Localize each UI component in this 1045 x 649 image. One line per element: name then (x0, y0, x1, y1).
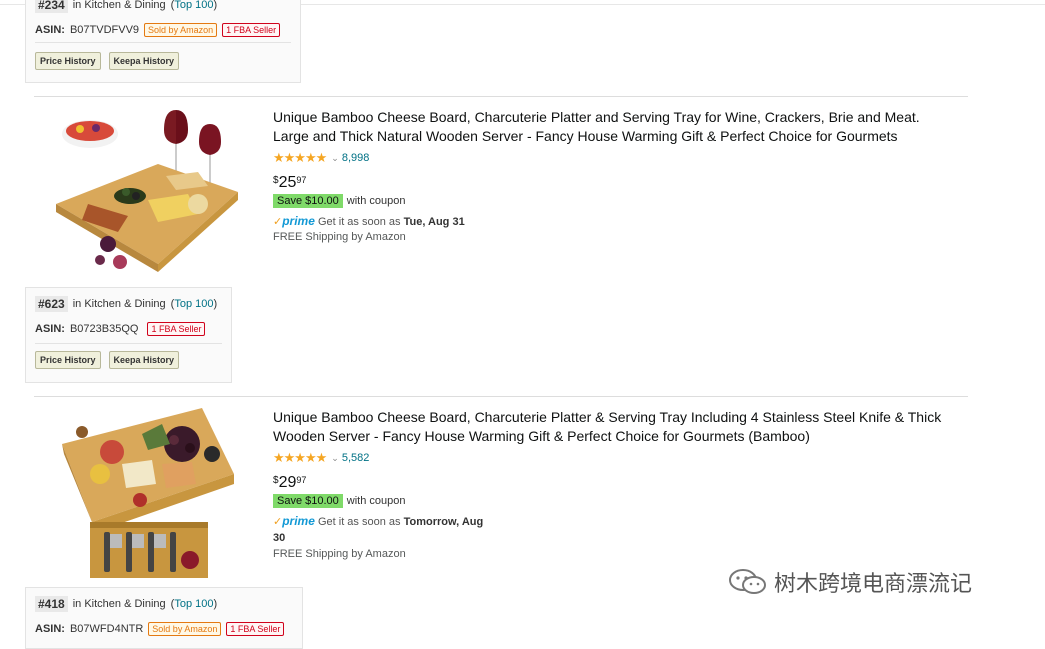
delivery-prefix: Get it as soon as (317, 216, 401, 228)
shipping-text: FREE Shipping by Amazon (273, 548, 406, 560)
top-100-wrap: (Top 100) (170, 298, 218, 310)
cheese-board-knives-image (62, 408, 234, 578)
asin-value: B07WFD4NTR (69, 623, 144, 635)
product-info-box-top: #234 in Kitchen & Dining (Top 100) ASIN:… (25, 0, 301, 83)
wechat-icon (729, 569, 766, 594)
product-title[interactable]: Unique Bamboo Cheese Board, Charcuterie … (273, 108, 973, 146)
asin-label: ASIN: (35, 323, 65, 335)
star-rating-icon: ★★★★★ (273, 150, 327, 165)
fba-seller-badge: 1 FBA Seller (147, 322, 206, 336)
price-fraction: 97 (296, 475, 307, 485)
coupon-text: with coupon (346, 495, 406, 507)
rating-row[interactable]: ★★★★★ ⌄ 5,582 (273, 450, 370, 465)
shipping-text: FREE Shipping by Amazon (273, 231, 406, 243)
prime-delivery: ✓prime Get it as soon as Tomorrow, Aug (273, 513, 483, 530)
coupon-row[interactable]: Save $10.00 with coupon (273, 493, 406, 509)
asin-row: ASIN: B07WFD4NTR Sold by Amazon 1 FBA Se… (35, 622, 285, 636)
product-title[interactable]: Unique Bamboo Cheese Board, Charcuterie … (273, 408, 973, 446)
product-title-line2: Large and Thick Natural Wooden Server - … (273, 128, 898, 144)
asin-label: ASIN: (35, 24, 65, 36)
rank-category: in Kitchen & Dining (72, 0, 166, 11)
chevron-down-icon[interactable]: ⌄ (331, 153, 339, 164)
rank-row: #418 in Kitchen & Dining (Top 100) (35, 596, 217, 612)
prime-logo: prime (282, 514, 315, 528)
asin-value: B0723B35QQ (69, 323, 139, 335)
info-divider (35, 343, 222, 344)
prime-check-icon: ✓ (273, 516, 283, 528)
rank-badge: #234 (35, 0, 68, 13)
history-buttons: Price History Keepa History (35, 351, 180, 369)
rank-category: in Kitchen & Dining (72, 298, 166, 310)
top-100-wrap: (Top 100) (170, 598, 218, 610)
product-title-line1: Unique Bamboo Cheese Board, Charcuterie … (273, 109, 920, 125)
top-100-link[interactable]: Top 100 (174, 0, 213, 11)
delivery-date: Tue, Aug 31 (403, 216, 465, 228)
price: $ 29 97 (273, 473, 306, 495)
price-fraction: 97 (296, 175, 307, 185)
coupon-row[interactable]: Save $10.00 with coupon (273, 193, 406, 209)
asin-value: B07TVDFVV9 (69, 24, 140, 36)
product-title-line2: Wooden Server - Fancy House Warming Gift… (273, 428, 810, 444)
prime-check-icon: ✓ (273, 216, 283, 228)
price-history-button[interactable]: Price History (35, 351, 101, 369)
top-100-link[interactable]: Top 100 (174, 598, 213, 610)
coupon-save-badge[interactable]: Save $10.00 (273, 494, 343, 508)
top-100-wrap: (Top 100) (170, 0, 218, 11)
info-divider (35, 42, 291, 43)
asin-label: ASIN: (35, 623, 65, 635)
star-rating-icon: ★★★★★ (273, 450, 327, 465)
sold-by-amazon-badge: Sold by Amazon (144, 23, 218, 37)
price-whole: 25 (278, 174, 297, 191)
top-100-link[interactable]: Top 100 (174, 298, 213, 310)
price-history-button[interactable]: Price History (35, 52, 101, 70)
watermark: 树木跨境电商漂流记 (728, 566, 972, 598)
delivery-date-line2: 30 (273, 532, 286, 544)
chevron-down-icon[interactable]: ⌄ (331, 453, 339, 464)
prime-logo: prime (282, 214, 315, 228)
prime-delivery: ✓prime Get it as soon as Tue, Aug 31 (273, 213, 465, 230)
product-image[interactable] (52, 404, 238, 584)
row-separator (34, 96, 968, 97)
review-count-link[interactable]: 8,998 (342, 152, 370, 164)
sold-by-amazon-badge: Sold by Amazon (148, 622, 222, 636)
cheese-board-image (56, 110, 238, 272)
coupon-text: with coupon (346, 195, 406, 207)
delivery-prefix: Get it as soon as (317, 516, 401, 528)
product-info-box: #418 in Kitchen & Dining (Top 100) ASIN:… (25, 587, 303, 649)
product-title-line1: Unique Bamboo Cheese Board, Charcuterie … (273, 409, 942, 425)
product-info-box: #623 in Kitchen & Dining (Top 100) ASIN:… (25, 287, 232, 383)
keepa-history-button[interactable]: Keepa History (108, 52, 180, 70)
price-whole: 29 (278, 474, 297, 491)
rating-row[interactable]: ★★★★★ ⌄ 8,998 (273, 150, 370, 165)
price: $ 25 97 (273, 173, 306, 195)
asin-row: ASIN: B0723B35QQ 1 FBA Seller (35, 322, 206, 336)
product-image[interactable] (48, 104, 240, 282)
review-count-link[interactable]: 5,582 (342, 452, 370, 464)
delivery-date: Tomorrow, Aug (403, 516, 484, 528)
fba-seller-badge: 1 FBA Seller (226, 622, 285, 636)
rank-badge: #623 (35, 296, 68, 312)
delivery-date-continued: 30 (273, 530, 285, 546)
rank-row: #623 in Kitchen & Dining (Top 100) (35, 296, 217, 312)
keepa-history-button[interactable]: Keepa History (108, 351, 180, 369)
watermark-text: 树木跨境电商漂流记 (774, 572, 973, 597)
rank-category: in Kitchen & Dining (72, 598, 166, 610)
coupon-save-badge[interactable]: Save $10.00 (273, 194, 343, 208)
history-buttons: Price History Keepa History (35, 52, 180, 70)
fba-seller-badge: 1 FBA Seller (222, 23, 281, 37)
rank-badge: #418 (35, 596, 68, 612)
row-separator (34, 396, 968, 397)
rank-row: #234 in Kitchen & Dining (Top 100) (35, 0, 217, 13)
asin-row: ASIN: B07TVDFVV9 Sold by Amazon 1 FBA Se… (35, 23, 281, 37)
